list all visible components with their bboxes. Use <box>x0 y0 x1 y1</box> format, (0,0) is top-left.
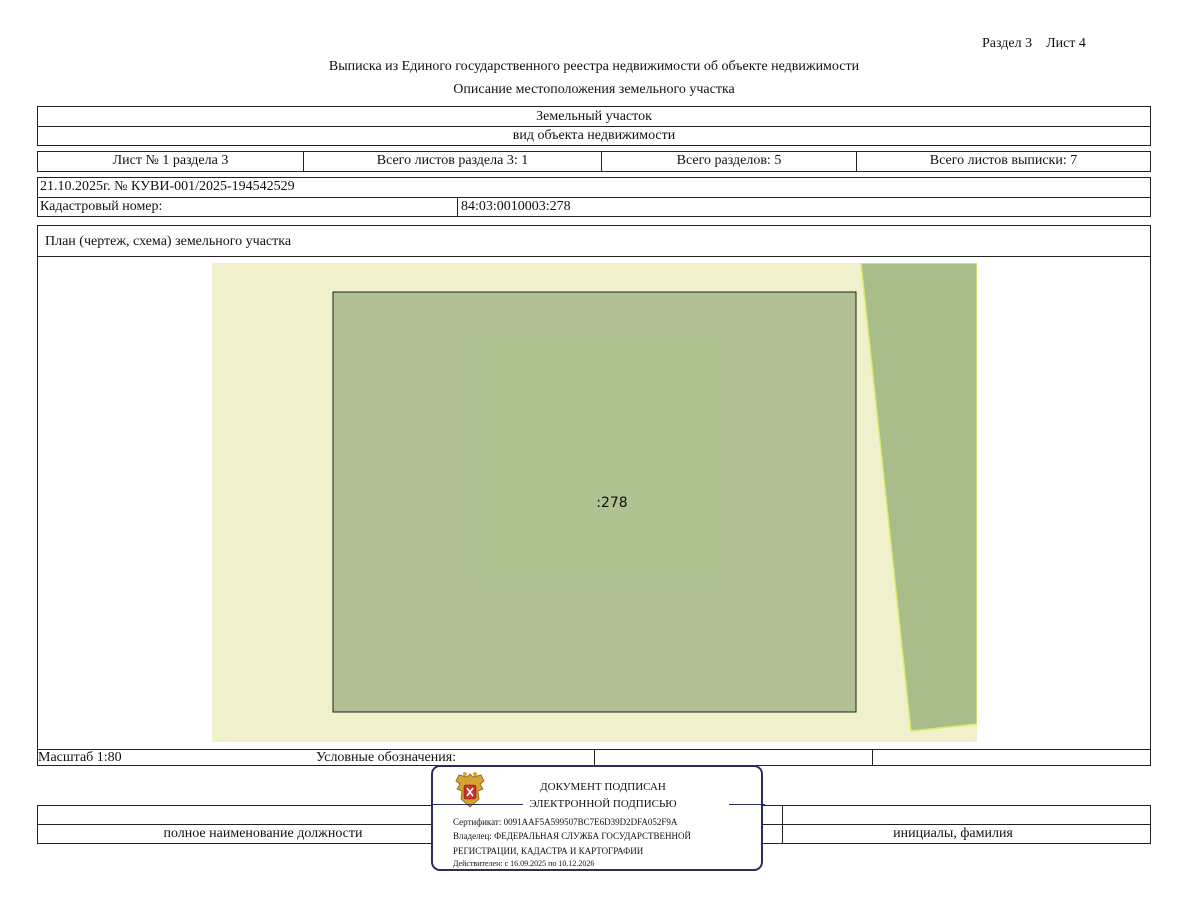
stamp-line-1: ДОКУМЕНТ ПОДПИСАН <box>540 781 666 793</box>
divider <box>38 256 1150 257</box>
total-sheets: Всего листов выписки: 7 <box>929 153 1078 168</box>
object-type-box: Земельный участок вид объекта недвижимос… <box>37 106 1151 146</box>
cadastral-label: Кадастровый номер: <box>40 199 163 214</box>
legend-label: Условные обозначения: <box>316 750 457 765</box>
total-sections: Всего разделов: 5 <box>676 153 782 168</box>
owner-line-2: РЕГИСТРАЦИИ, КАДАСТРА И КАРТОГРАФИИ <box>453 846 644 856</box>
parcel-inner-shade <box>470 333 723 585</box>
divider <box>729 804 765 805</box>
total-sheets-cell: Всего листов выписки: 7 <box>857 152 1150 171</box>
section-sheet-label: Раздел 3 Лист 4 <box>982 36 1086 51</box>
object-type: Земельный участок <box>536 109 652 124</box>
owner-line-1: Владелец: ФЕДЕРАЛЬНАЯ СЛУЖБА ГОСУДАРСТВЕ… <box>453 831 692 841</box>
name-caption: инициалы, фамилия <box>893 826 1013 841</box>
divider <box>38 126 1150 127</box>
record-box: 21.10.2025г. № КУВИ-001/2025-194542529 К… <box>37 177 1151 217</box>
sheet-number: Лист № 1 раздела 3 <box>112 153 229 168</box>
divider <box>38 197 1150 198</box>
divider <box>457 197 458 216</box>
e-signature-stamp: ДОКУМЕНТ ПОДПИСАН ЭЛЕКТРОННОЙ ПОДПИСЬЮ С… <box>431 765 765 871</box>
total-sections-cell: Всего разделов: 5 <box>602 152 857 171</box>
section-sheets-cell: Всего листов раздела 3: 1 <box>304 152 602 171</box>
certificate-number: Сертификат: 0091AAF5A599507BC7E6D39D2DFA… <box>453 817 678 827</box>
object-type-caption: вид объекта недвижимости <box>512 128 676 143</box>
sheet-number-cell: Лист № 1 раздела 3 <box>38 152 304 171</box>
validity-period: Действителен: с 16.09.2025 по 10.12.2026 <box>453 859 595 868</box>
divider <box>782 806 783 843</box>
document-subtitle: Описание местоположения земельного участ… <box>453 82 735 97</box>
divider <box>872 749 873 766</box>
divider <box>594 749 595 766</box>
section-sheets: Всего листов раздела 3: 1 <box>376 153 529 168</box>
cadastral-number: 84:03:0010003:278 <box>461 199 571 214</box>
plan-title: План (чертеж, схема) земельного участка <box>45 234 292 249</box>
scale-label: Масштаб 1:80 <box>38 750 122 765</box>
position-caption: полное наименование должности <box>163 826 363 841</box>
stamp-line-2: ЭЛЕКТРОННОЙ ПОДПИСЬЮ <box>529 798 677 810</box>
parcel-label: :278 <box>596 495 628 511</box>
document-title: Выписка из Единого государственного реес… <box>328 59 860 74</box>
sheet-info-row: Лист № 1 раздела 3 Всего листов раздела … <box>37 151 1151 172</box>
record-date-number: 21.10.2025г. № КУВИ-001/2025-194542529 <box>40 179 295 194</box>
